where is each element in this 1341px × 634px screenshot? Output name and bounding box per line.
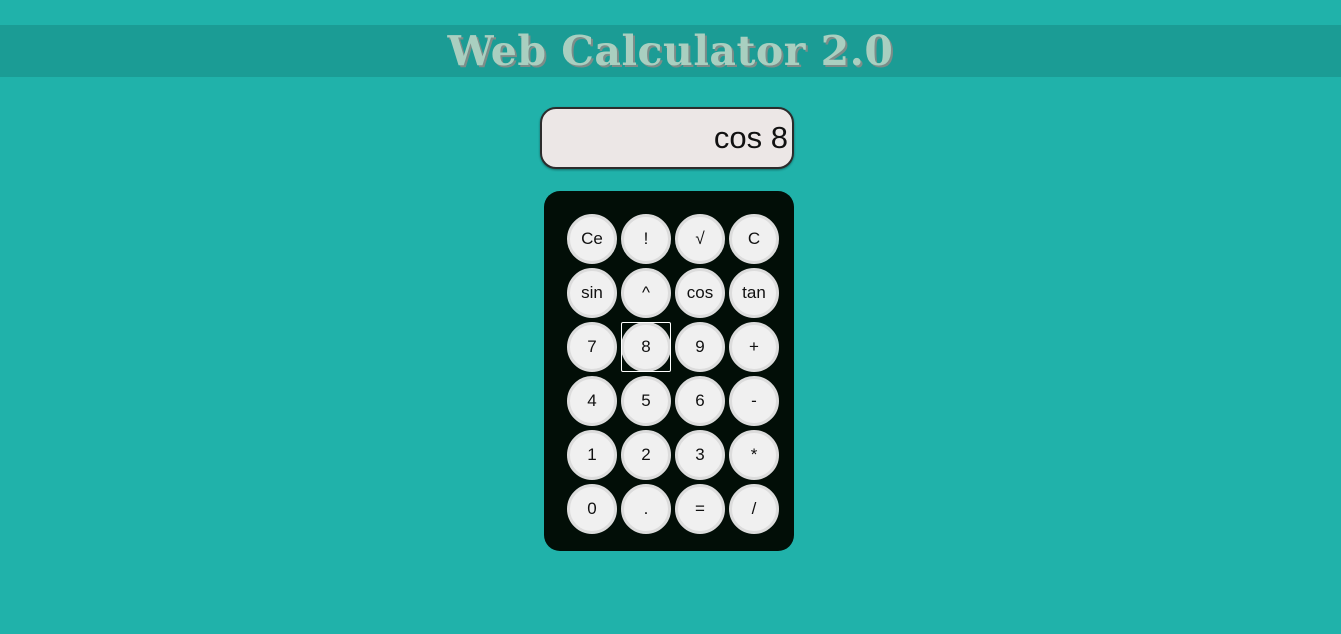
digit-9-button[interactable]: 9 — [675, 322, 725, 372]
decimal-point-button[interactable]: . — [621, 484, 671, 534]
multiply-button[interactable]: * — [729, 430, 779, 480]
digit-0-button[interactable]: 0 — [567, 484, 617, 534]
power-button[interactable]: ^ — [621, 268, 671, 318]
digit-8-button[interactable]: 8 — [621, 322, 671, 372]
digit-3-button[interactable]: 3 — [675, 430, 725, 480]
digit-4-button[interactable]: 4 — [567, 376, 617, 426]
digit-2-button[interactable]: 2 — [621, 430, 671, 480]
divide-button[interactable]: / — [729, 484, 779, 534]
clear-button[interactable]: C — [729, 214, 779, 264]
digit-7-button[interactable]: 7 — [567, 322, 617, 372]
clear-entry-button[interactable]: Ce — [567, 214, 617, 264]
page-title: Web Calculator 2.0 — [447, 27, 894, 75]
sin-button[interactable]: sin — [567, 268, 617, 318]
digit-5-button[interactable]: 5 — [621, 376, 671, 426]
add-button[interactable]: + — [729, 322, 779, 372]
equals-button[interactable]: = — [675, 484, 725, 534]
factorial-button[interactable]: ! — [621, 214, 671, 264]
square-root-button[interactable]: √ — [675, 214, 725, 264]
digit-1-button[interactable]: 1 — [567, 430, 617, 480]
cos-button[interactable]: cos — [675, 268, 725, 318]
subtract-button[interactable]: - — [729, 376, 779, 426]
calculator-display[interactable] — [540, 107, 794, 169]
tan-button[interactable]: tan — [729, 268, 779, 318]
calculator-keypad: Ce! √ Csin ^ cos tan 7 8 9 +4 5 6- 1 2 3 * 0. = / — [544, 191, 794, 551]
digit-6-button[interactable]: 6 — [675, 376, 725, 426]
